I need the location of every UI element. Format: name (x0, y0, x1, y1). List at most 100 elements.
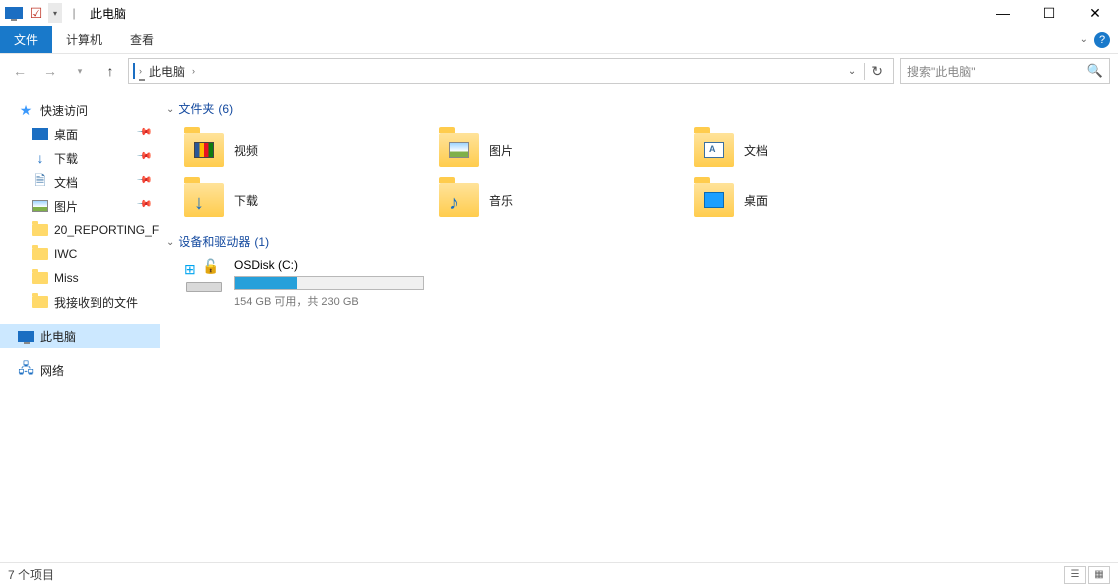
folder-icon (32, 294, 48, 310)
drive-icon: ⊞ 🔓 (184, 258, 224, 292)
sidebar-item-label: 图片 (54, 198, 78, 215)
drive-c[interactable]: ⊞ 🔓 OSDisk (C:) 154 GB 可用，共 230 GB (166, 258, 446, 309)
file-tab[interactable]: 文件 (0, 26, 52, 53)
sidebar-item-folder[interactable]: 20_REPORTING_FI (0, 218, 160, 242)
sidebar-item-desktop[interactable]: 桌面 📌 (0, 122, 160, 146)
ribbon-collapse-icon[interactable]: ⌄ (1080, 34, 1088, 45)
group-count: (1) (254, 235, 269, 249)
details-view-button[interactable]: ☰ (1064, 566, 1086, 584)
drive-info: OSDisk (C:) 154 GB 可用，共 230 GB (234, 258, 424, 309)
maximize-button[interactable]: ☐ (1026, 0, 1072, 26)
up-button[interactable]: ↑ (98, 59, 122, 83)
sidebar-item-pictures[interactable]: 图片 📌 (0, 194, 160, 218)
title-bar: ☑ ▾ | 此电脑 ― ☐ ✕ (0, 0, 1118, 26)
folders-grid: 视频 图片 文档 下载 音乐 桌面 (166, 125, 1118, 225)
pin-icon: 📌 (135, 196, 152, 213)
search-icon: 🔍 (1087, 63, 1103, 79)
help-button[interactable]: ? (1094, 32, 1110, 48)
tab-view[interactable]: 查看 (116, 26, 168, 53)
qat-item[interactable]: ☑ (26, 3, 46, 23)
search-placeholder: 搜索"此电脑" (907, 63, 976, 80)
sidebar-this-pc[interactable]: 此电脑 (0, 324, 160, 348)
folder-icon (32, 270, 48, 286)
folder-icon (32, 222, 48, 238)
drive-capacity-bar (234, 276, 424, 290)
breadcrumb-root[interactable]: 此电脑 (146, 63, 188, 80)
group-title: 设备和驱动器 (178, 233, 250, 250)
sidebar-item-label: IWC (54, 247, 77, 261)
window-title: 此电脑 (90, 5, 126, 22)
chevron-down-icon: ⌄ (166, 237, 174, 248)
folder-icon (694, 183, 734, 217)
folder-label: 视频 (234, 142, 258, 159)
sidebar-item-label: 文档 (54, 174, 78, 191)
sidebar-item-downloads[interactable]: ↓ 下载 📌 (0, 146, 160, 170)
folder-documents[interactable]: 文档 (676, 125, 931, 175)
network-icon: 🖧 (18, 362, 34, 378)
folder-pictures[interactable]: 图片 (421, 125, 676, 175)
drive-capacity-text: 154 GB 可用，共 230 GB (234, 293, 424, 309)
pc-icon (133, 64, 135, 78)
sidebar-item-label: 我接收到的文件 (54, 294, 138, 311)
group-header-folders[interactable]: ⌄ 文件夹 (6) (166, 96, 1118, 125)
icons-view-button[interactable]: ▦ (1088, 566, 1110, 584)
group-header-drives[interactable]: ⌄ 设备和驱动器 (1) (166, 229, 1118, 258)
pc-icon (4, 3, 24, 23)
qat-dropdown[interactable]: ▾ (48, 3, 62, 23)
drive-label: OSDisk (C:) (234, 258, 424, 272)
star-icon: ★ (18, 102, 34, 118)
back-button[interactable]: ← (8, 59, 32, 83)
tab-computer[interactable]: 计算机 (52, 26, 116, 53)
pin-icon: 📌 (135, 172, 152, 189)
folder-icon (694, 133, 734, 167)
sidebar-network[interactable]: 🖧 网络 (0, 358, 160, 382)
address-bar[interactable]: › 此电脑 › ⌄ ↻ (128, 58, 894, 84)
close-button[interactable]: ✕ (1072, 0, 1118, 26)
lock-open-icon: 🔓 (202, 258, 219, 275)
desktop-icon (32, 126, 48, 142)
sidebar-item-folder[interactable]: Miss (0, 266, 160, 290)
windows-logo-icon: ⊞ (184, 261, 196, 278)
refresh-button[interactable]: ↻ (864, 63, 889, 80)
minimize-button[interactable]: ― (980, 0, 1026, 26)
status-text: 7 个项目 (8, 566, 54, 583)
folder-icon (439, 133, 479, 167)
sidebar-item-folder[interactable]: IWC (0, 242, 160, 266)
recent-locations-dropdown[interactable]: ▾ (68, 59, 92, 83)
pc-icon (18, 328, 34, 344)
sidebar-item-documents[interactable]: 🗎 文档 📌 (0, 170, 160, 194)
folder-downloads[interactable]: 下载 (166, 175, 421, 225)
folder-videos[interactable]: 视频 (166, 125, 421, 175)
sidebar-item-label: 下载 (54, 150, 78, 167)
quick-access-toolbar: ☑ ▾ | (4, 3, 84, 23)
folder-label: 文档 (744, 142, 768, 159)
view-mode-buttons: ☰ ▦ (1064, 566, 1110, 584)
status-bar: 7 个项目 ☰ ▦ (0, 562, 1118, 586)
folder-label: 下载 (234, 192, 258, 209)
sidebar-item-label: 桌面 (54, 126, 78, 143)
forward-button[interactable]: → (38, 59, 62, 83)
address-dropdown-icon[interactable]: ⌄ (844, 66, 860, 77)
folder-icon (439, 183, 479, 217)
search-input[interactable]: 搜索"此电脑" 🔍 (900, 58, 1110, 84)
group-count: (6) (218, 102, 233, 116)
picture-icon (32, 198, 48, 214)
folder-label: 音乐 (489, 192, 513, 209)
sidebar-quick-access[interactable]: ★ 快速访问 (0, 98, 160, 122)
folder-label: 图片 (489, 142, 513, 159)
folder-icon (32, 246, 48, 262)
sidebar-item-folder[interactable]: 我接收到的文件 (0, 290, 160, 314)
sidebar-item-label: Miss (54, 271, 79, 285)
folder-music[interactable]: 音乐 (421, 175, 676, 225)
navigation-pane: ★ 快速访问 桌面 📌 ↓ 下载 📌 🗎 文档 📌 图片 📌 20_REPORT… (0, 88, 160, 562)
chevron-down-icon: ⌄ (166, 104, 174, 115)
window-controls: ― ☐ ✕ (980, 0, 1118, 26)
breadcrumb-sep-icon[interactable]: › (139, 66, 142, 76)
sidebar-item-label: 20_REPORTING_FI (54, 223, 160, 237)
sidebar-item-label: 网络 (40, 362, 64, 379)
ribbon: 文件 计算机 查看 ⌄ ? (0, 26, 1118, 54)
pin-icon: 📌 (135, 124, 152, 141)
folder-desktop[interactable]: 桌面 (676, 175, 931, 225)
folder-icon (184, 133, 224, 167)
breadcrumb-sep-icon[interactable]: › (192, 66, 195, 76)
